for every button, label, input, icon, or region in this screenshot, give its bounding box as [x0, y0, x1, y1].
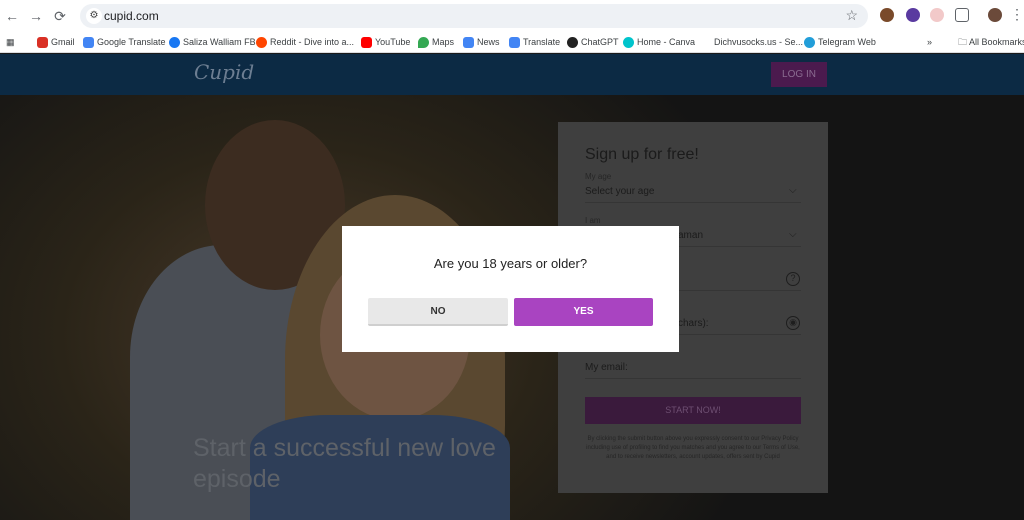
reload-icon[interactable]: ⟳ — [50, 6, 70, 26]
bookmark-news[interactable]: News — [463, 35, 500, 49]
bookmark-label: ChatGPT — [581, 37, 619, 47]
browser-toolbar: ← → ⟳ ⚙ cupid.com ☆ ⋮ — [0, 0, 1024, 31]
bookmark-facebook[interactable]: Saliza Walliam FB — [169, 35, 256, 49]
avatar[interactable] — [988, 8, 1002, 22]
bookmark-label: Google Translate — [97, 37, 166, 47]
address-bar[interactable]: ⚙ cupid.com ☆ — [80, 4, 868, 28]
bookmark-label: Translate — [523, 37, 561, 47]
url-text[interactable]: cupid.com — [104, 9, 159, 23]
bookmark-translate[interactable]: Translate — [509, 35, 560, 49]
extension-icon[interactable] — [930, 8, 944, 22]
bookmark-reddit[interactable]: Reddit - Dive into a... — [256, 35, 354, 49]
bookmark-label: YouTube — [375, 37, 411, 47]
bookmark-telegram[interactable]: Telegram Web — [804, 35, 876, 49]
puzzle-icon[interactable] — [955, 8, 969, 22]
bookmark-label: Reddit - Dive into a... — [270, 37, 355, 47]
bookmark-maps[interactable]: Maps — [418, 35, 454, 49]
reddit-icon — [256, 36, 267, 48]
translate-icon — [509, 36, 520, 48]
bookmark-label: Gmail — [51, 37, 75, 47]
cookie-extension-icon[interactable] — [880, 8, 894, 22]
telegram-icon — [804, 36, 815, 48]
bookmark-youtube[interactable]: YouTube — [361, 35, 410, 49]
forward-icon[interactable]: → — [26, 6, 46, 26]
news-icon — [463, 36, 474, 48]
bookmark-label: Telegram Web — [818, 37, 876, 47]
maps-icon — [418, 36, 429, 48]
menu-icon[interactable]: ⋮ — [1010, 6, 1024, 23]
bookmark-label: Home - Canva — [637, 37, 696, 47]
site-info-icon[interactable]: ⚙ — [86, 8, 102, 24]
apps-icon[interactable]: ▦ — [6, 35, 15, 49]
bookmark-label: Dichvusocks.us - Se... — [714, 37, 804, 47]
bookmark-label: Saliza Walliam FB — [183, 37, 256, 47]
age-verification-modal: Are you 18 years or older? NO YES — [342, 226, 679, 352]
web-page: Cupid LOG IN Start a successful new love… — [0, 54, 1024, 520]
bookmark-label: Maps — [432, 37, 455, 47]
bookmark-google-translate[interactable]: Google Translate — [83, 35, 166, 49]
yes-button[interactable]: YES — [514, 298, 653, 326]
bookmark-label: News — [477, 37, 500, 47]
more-bookmarks-icon[interactable]: » — [927, 35, 932, 49]
bookmarks-bar: ▦ Gmail Google Translate Saliza Walliam … — [0, 31, 1024, 53]
bookmark-canva[interactable]: Home - Canva — [623, 35, 695, 49]
translate-icon — [83, 36, 94, 48]
no-button[interactable]: NO — [368, 298, 508, 326]
bookmark-star-icon[interactable]: ☆ — [845, 7, 858, 24]
facebook-icon — [169, 36, 180, 48]
youtube-icon — [361, 36, 372, 48]
bookmark-dichvusocks[interactable]: Dichvusocks.us - Se... — [714, 35, 803, 49]
all-bookmarks[interactable]: 🗀 All Bookmarks — [958, 35, 1024, 51]
chatgpt-icon — [567, 36, 578, 48]
back-icon[interactable]: ← — [2, 6, 22, 26]
gmail-icon — [37, 36, 48, 48]
bookmark-gmail[interactable]: Gmail — [37, 35, 75, 49]
folder-icon: 🗀 — [958, 37, 970, 47]
all-bookmarks-label: All Bookmarks — [969, 37, 1024, 47]
age-question: Are you 18 years or older? — [433, 256, 588, 271]
extension-icon[interactable] — [906, 8, 920, 22]
canva-icon — [623, 36, 634, 48]
bookmark-chatgpt[interactable]: ChatGPT — [567, 35, 619, 49]
